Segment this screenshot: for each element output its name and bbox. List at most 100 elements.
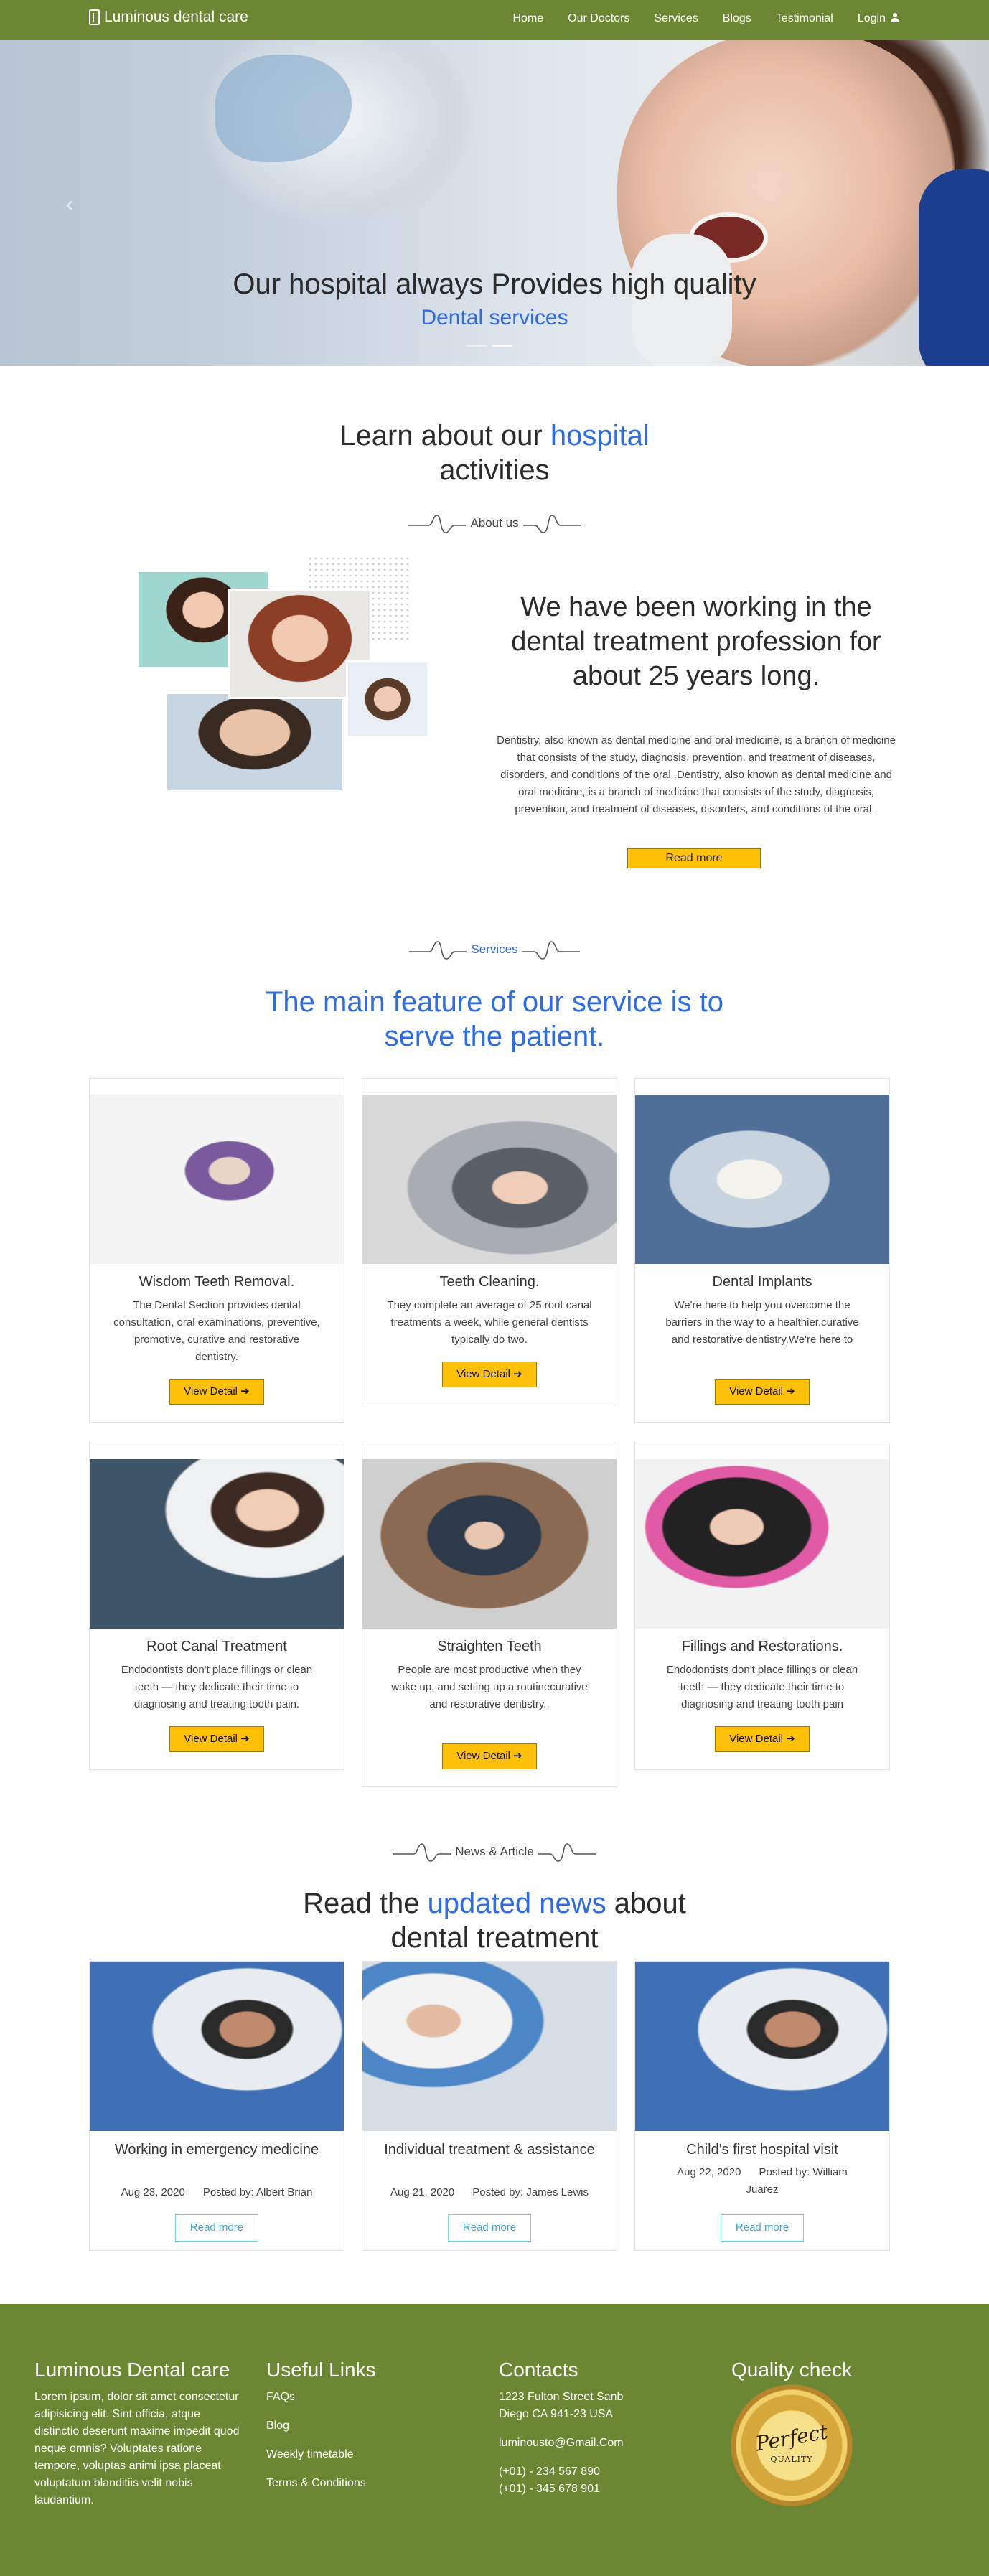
arrow-right-icon: ➔ bbox=[240, 1733, 250, 1745]
services-tag: Services bbox=[0, 937, 989, 962]
service-text: The Dental Section provides dental consu… bbox=[113, 1299, 320, 1363]
carousel-dot-active[interactable] bbox=[492, 345, 512, 347]
footer-email[interactable]: luminousto@Gmail.Com bbox=[499, 2435, 685, 2452]
nav-menu: Home Our Doctors Services Blogs Testimon… bbox=[512, 12, 900, 25]
footer-address-line1: 1223 Fulton Street Sanb bbox=[499, 2391, 624, 2403]
news-author: Posted by: James Lewis bbox=[472, 2186, 589, 2198]
footer-link-faqs[interactable]: FAQs bbox=[266, 2389, 453, 2406]
perfect-quality-seal-icon: Perfect QUALITY bbox=[731, 2384, 853, 2506]
footer-about: Luminous Dental care Lorem ipsum, dolor … bbox=[34, 2359, 243, 2509]
footer-link-weekly-timetable[interactable]: Weekly timetable bbox=[266, 2446, 453, 2463]
brand-name: Luminous dental care bbox=[104, 9, 248, 25]
service-title: Fillings and Restorations. bbox=[681, 1639, 843, 1654]
news-title: Child's first hospital visit bbox=[686, 2142, 838, 2158]
service-title: Teeth Cleaning. bbox=[439, 1274, 540, 1290]
photo-patient-chair bbox=[346, 660, 429, 738]
footer-phone2[interactable]: (+01) - 345 678 901 bbox=[499, 2481, 685, 2498]
service-text: People are most productive when they wak… bbox=[391, 1664, 588, 1710]
nav-item-services[interactable]: Services bbox=[654, 12, 698, 25]
footer-quality: Quality check bbox=[731, 2359, 918, 2389]
view-detail-label: View Detail bbox=[729, 1385, 783, 1397]
wave-right-icon bbox=[522, 941, 580, 960]
footer-links-title: Useful Links bbox=[266, 2359, 376, 2381]
footer-link-blog[interactable]: Blog bbox=[266, 2417, 453, 2435]
news-image bbox=[362, 1962, 617, 2131]
view-detail-label: View Detail bbox=[184, 1733, 238, 1745]
about-heading-pre: Learn about our bbox=[339, 420, 543, 451]
view-detail-button[interactable]: View Detail ➔ bbox=[169, 1726, 264, 1752]
news-heading-highlight: updated news bbox=[427, 1888, 606, 1919]
hero-title: Our hospital always Provides high qualit… bbox=[233, 268, 756, 300]
about-heading-post: activities bbox=[439, 454, 550, 486]
news-date: Aug 22, 2020 bbox=[677, 2166, 741, 2178]
service-card: Root Canal Treatment Endodontists don't … bbox=[89, 1443, 344, 1770]
nav-item-testimonial[interactable]: Testimonial bbox=[776, 12, 833, 25]
news-heading: Read the updated news about dental treat… bbox=[261, 1886, 728, 1955]
carousel-dot[interactable] bbox=[467, 345, 487, 347]
news-card: Child's first hospital visit Aug 22, 202… bbox=[634, 1961, 890, 2251]
services-heading: The main feature of our service is to se… bbox=[265, 986, 724, 1052]
news-date: Aug 23, 2020 bbox=[121, 2186, 185, 2198]
service-title: Root Canal Treatment bbox=[146, 1639, 287, 1654]
service-text: Endodontists don't place fillings or cle… bbox=[121, 1664, 313, 1710]
carousel-prev-icon[interactable]: ‹ bbox=[66, 192, 73, 217]
nav-item-our-doctors[interactable]: Our Doctors bbox=[568, 12, 629, 25]
brand-link[interactable]: Luminous dental care bbox=[89, 9, 248, 26]
footer-phone1[interactable]: (+01) - 234 567 890 bbox=[499, 2463, 685, 2481]
about-heading-highlight: hospital bbox=[550, 420, 650, 451]
about-text: Dentistry, also known as dental medicine… bbox=[497, 734, 896, 815]
news-meta: Aug 22, 2020 Posted by: William Juarez bbox=[660, 2164, 865, 2198]
about-title: We have been working in the dental treat… bbox=[511, 592, 881, 691]
arrow-right-icon: ➔ bbox=[786, 1733, 795, 1745]
top-navbar: Luminous dental care Home Our Doctors Se… bbox=[0, 0, 989, 40]
footer-about-title: Luminous Dental care bbox=[34, 2359, 230, 2381]
photo-ok-gesture bbox=[165, 692, 344, 792]
service-image bbox=[635, 1459, 889, 1629]
service-image bbox=[90, 1459, 344, 1629]
footer-contacts: Contacts 1223 Fulton Street Sanb Diego C… bbox=[499, 2359, 685, 2498]
view-detail-button[interactable]: View Detail ➔ bbox=[715, 1726, 810, 1752]
about-read-more-button[interactable]: Read more bbox=[627, 848, 761, 868]
service-card: Fillings and Restorations. Endodontists … bbox=[634, 1443, 890, 1770]
about-tag-label: About us bbox=[470, 516, 519, 530]
services-tag-label: Services bbox=[471, 942, 518, 956]
hero-carousel: ‹ Our hospital always Provides high qual… bbox=[0, 40, 989, 366]
footer-link-terms[interactable]: Terms & Conditions bbox=[266, 2475, 453, 2492]
service-card: Teeth Cleaning. They complete an average… bbox=[362, 1078, 617, 1405]
news-read-more-button[interactable]: Read more bbox=[721, 2214, 804, 2242]
view-detail-button[interactable]: View Detail ➔ bbox=[715, 1379, 810, 1405]
news-title: Working in emergency medicine bbox=[114, 2142, 319, 2158]
about-tag: About us bbox=[0, 511, 989, 535]
wave-left-icon bbox=[409, 941, 467, 960]
news-author: Posted by: Albert Brian bbox=[202, 2186, 313, 2198]
news-image bbox=[90, 1962, 344, 2131]
service-title: Wisdom Teeth Removal. bbox=[139, 1274, 295, 1290]
nav-item-home[interactable]: Home bbox=[512, 12, 543, 25]
service-title: Straighten Teeth bbox=[437, 1639, 542, 1654]
nav-item-login[interactable]: Login bbox=[858, 12, 900, 25]
service-text: Endodontists don't place fillings or cle… bbox=[666, 1664, 858, 1710]
seal-text-quality: QUALITY bbox=[770, 2455, 813, 2464]
view-detail-button[interactable]: View Detail ➔ bbox=[442, 1743, 537, 1769]
news-read-more-button[interactable]: Read more bbox=[448, 2214, 531, 2242]
wave-right-icon bbox=[522, 515, 581, 533]
service-image bbox=[90, 1095, 344, 1264]
service-title: Dental Implants bbox=[712, 1274, 812, 1290]
service-text: We're here to help you overcome the barr… bbox=[665, 1299, 859, 1346]
hero-subtitle: Dental services bbox=[421, 306, 568, 329]
service-image bbox=[635, 1095, 889, 1264]
news-tag-label: News & Article bbox=[455, 1845, 534, 1858]
news-read-more-button[interactable]: Read more bbox=[175, 2214, 258, 2242]
service-text: They complete an average of 25 root cana… bbox=[387, 1299, 592, 1346]
wave-left-icon bbox=[393, 1843, 451, 1862]
nav-item-blogs[interactable]: Blogs bbox=[723, 12, 751, 25]
view-detail-button[interactable]: View Detail ➔ bbox=[169, 1379, 264, 1405]
service-card: Dental Implants We're here to help you o… bbox=[634, 1078, 890, 1423]
view-detail-button[interactable]: View Detail ➔ bbox=[442, 1362, 537, 1387]
login-label: Login bbox=[857, 12, 886, 24]
news-author: Posted by: William Juarez bbox=[746, 2166, 848, 2196]
news-meta: Aug 23, 2020 Posted by: Albert Brian bbox=[104, 2184, 329, 2201]
arrow-right-icon: ➔ bbox=[513, 1368, 522, 1380]
service-card: Wisdom Teeth Removal. The Dental Section… bbox=[89, 1078, 344, 1423]
service-image bbox=[362, 1095, 617, 1264]
